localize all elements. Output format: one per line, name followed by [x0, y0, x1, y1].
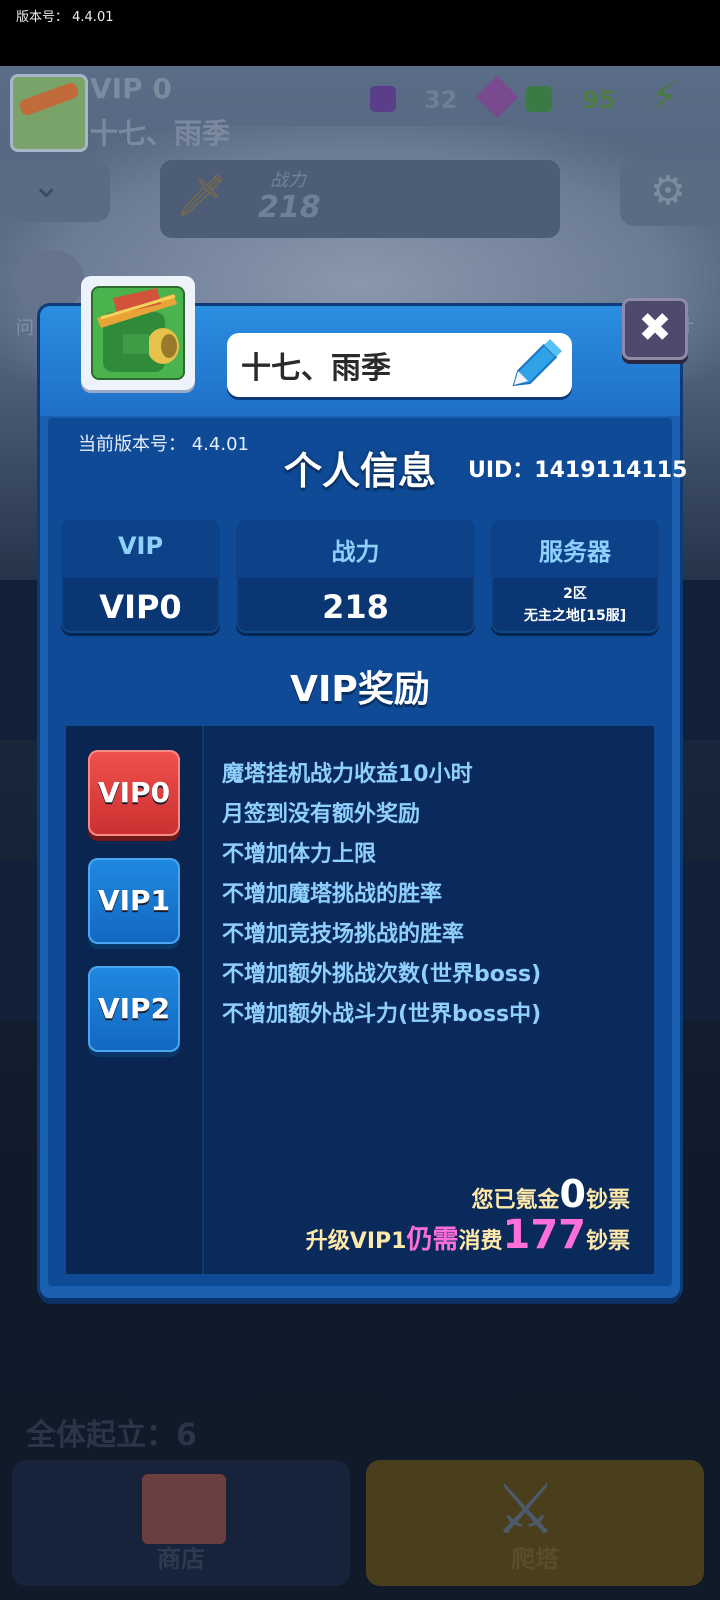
player-uid: UID：1419114115 — [468, 458, 688, 483]
stat-vip-value: VIP0 — [99, 588, 182, 626]
background-power-panel: 🗡 战力 218 — [160, 160, 560, 238]
tower-label: 爬塔 — [511, 1545, 559, 1573]
lightning-icon: ⚡ — [650, 74, 679, 120]
stat-power-label: 战力 — [331, 538, 380, 566]
version-label: 版本号： 4.4.01 — [16, 10, 114, 25]
settings-button[interactable]: ⚙ — [620, 160, 720, 226]
player-name: 十七、雨季 — [241, 351, 391, 386]
stat-power-value: 218 — [322, 588, 389, 626]
vip-tab-list: VIP0 VIP1 VIP2 — [66, 726, 204, 1274]
perk-item: 不增加竞技场挑战的胜率 — [222, 922, 465, 947]
stat-vip-label: VIP — [117, 532, 164, 560]
add-resource-button[interactable] — [370, 86, 396, 112]
spent-prefix: 您已氪金 — [471, 1188, 560, 1213]
expand-button[interactable]: ⌄ — [0, 160, 110, 222]
vip-rewards-panel: VIP0 VIP1 VIP2 魔塔挂机战力收益10小时 月签到没有额外奖励 不增… — [66, 726, 654, 1274]
need-unit: 钞票 — [585, 1229, 630, 1254]
tab-vip2[interactable]: VIP2 — [88, 966, 180, 1052]
add-energy-button[interactable] — [526, 86, 552, 112]
stand-up-count: 全体起立：6 — [26, 1418, 197, 1453]
chat-label: 问 — [16, 318, 34, 339]
dialog-title: 个人信息 — [283, 449, 436, 493]
perk-item: 不增加额外战斗力(世界boss中) — [222, 1002, 542, 1027]
background-power-label: 战力 — [270, 170, 306, 191]
stat-server: 服务器 2区 无主之地[15服] — [491, 520, 659, 633]
background-power-value: 218 — [258, 190, 321, 225]
crossed-swords-icon: ⚔ — [494, 1468, 557, 1550]
upgrade-requirement: 升级VIP1仍需消费177钞票 — [306, 1212, 630, 1258]
close-button[interactable]: ✖ — [622, 298, 688, 360]
spent-unit: 钞票 — [585, 1188, 630, 1213]
tower-button[interactable]: ⚔ 爬塔 — [366, 1460, 704, 1586]
need-mid: 仍需 — [406, 1225, 459, 1255]
close-icon: ✖ — [638, 305, 672, 351]
player-avatar[interactable] — [81, 276, 195, 390]
gear-icon: ⚙ — [650, 168, 686, 214]
tab-vip1[interactable]: VIP1 — [88, 858, 180, 944]
stat-vip: VIP VIP0 — [61, 520, 220, 633]
tab-vip0[interactable]: VIP0 — [88, 750, 180, 836]
shop-button[interactable]: 商店 — [12, 1460, 350, 1586]
server-zone: 2区 — [563, 586, 587, 602]
pencil-icon[interactable] — [506, 339, 562, 395]
spent-summary: 您已氪金0钞票 — [472, 1172, 630, 1216]
background-vip-level: VIP 0 — [90, 72, 172, 105]
avatar-image — [91, 286, 185, 380]
chat-button[interactable] — [14, 250, 84, 310]
perk-item: 不增加额外挑战次数(世界boss) — [222, 962, 542, 987]
stat-server-value: 2区 无主之地[15服] — [491, 583, 659, 627]
background-player-name: 十七、雨季 — [90, 117, 231, 150]
resource-count-gems: 32 — [424, 86, 458, 114]
perk-item: 不增加魔塔挑战的胜率 — [222, 882, 443, 907]
resource-count-energy: 95 — [582, 86, 616, 114]
sword-icon: 🗡 — [176, 173, 227, 219]
need-consume: 消费 — [458, 1229, 503, 1254]
stat-server-label: 服务器 — [539, 538, 611, 566]
chevron-down-icon: ⌄ — [32, 166, 61, 206]
vip-rewards-title: VIP奖励 — [290, 669, 430, 710]
perk-item: 魔塔挂机战力收益10小时 — [222, 762, 473, 787]
perk-item: 不增加体力上限 — [222, 842, 377, 867]
player-name-field[interactable]: 十七、雨季 — [227, 333, 572, 397]
need-amount: 177 — [502, 1212, 586, 1258]
spent-amount: 0 — [559, 1172, 586, 1216]
server-name: 无主之地[15服] — [523, 608, 627, 624]
current-version: 当前版本号： 4.4.01 — [78, 434, 249, 455]
status-bar: 版本号： 4.4.01 — [0, 0, 720, 66]
perk-item: 月签到没有额外奖励 — [222, 802, 421, 827]
need-prefix: 升级VIP1 — [305, 1229, 407, 1254]
background-avatar[interactable] — [10, 74, 88, 152]
shop-label: 商店 — [157, 1545, 205, 1573]
stat-power: 战力 218 — [236, 520, 475, 633]
shop-icon — [142, 1474, 226, 1544]
